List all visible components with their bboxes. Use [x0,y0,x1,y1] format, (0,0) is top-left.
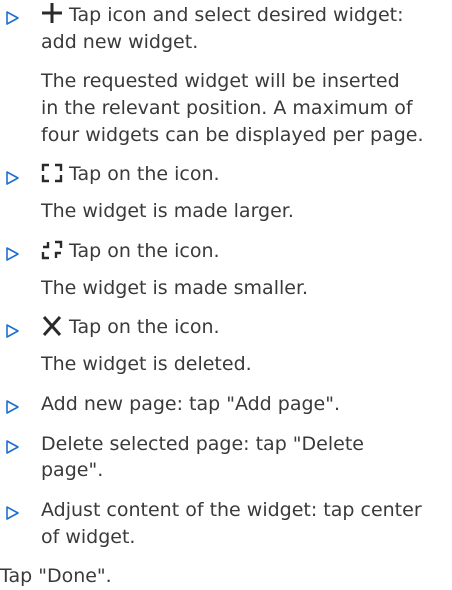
list-item-line: add new widget. [41,29,198,55]
shrink-icon [41,240,63,260]
enlarge-icon [41,163,63,183]
bullet-triangle-icon [4,505,20,521]
result-text: The widget is made larger. [41,200,294,222]
result-text: The widget is deleted. [41,353,252,375]
list-item-line: Tap on the icon. [41,238,220,264]
list-item-text: Tap on the icon. [69,316,220,338]
list-item-text: Tap icon and select desired widget: [69,4,404,26]
list-item-line: Tap on the icon. [41,161,220,187]
close-icon [41,316,63,336]
list-item-text: Tap on the icon. [69,240,220,262]
list-item-line: Tap on the icon. [41,314,220,340]
bullet-triangle-icon [4,10,20,26]
list-item-text: add new widget. [41,31,199,53]
list-item-text: of widget. [41,526,136,548]
result-text: The requested widget will be inserted [41,70,400,92]
plus-icon [41,2,63,24]
list-item-text: Adjust content of the widget: tap center [41,499,422,521]
list-item-text: page". [41,459,104,481]
list-item-text: Delete selected page: tap "Delete [41,433,364,455]
list-item-line: Tap icon and select desired widget: [41,2,404,28]
bullet-triangle-icon [4,439,20,455]
bullet-triangle-icon [4,323,20,339]
final-step-text: Tap "Done". [0,565,112,587]
list-item-text: Tap on the icon. [69,163,220,185]
instructions-page: Tap icon and select desired widget: add … [0,0,452,590]
result-text: four widgets can be displayed per page. [41,124,424,146]
bullet-triangle-icon [4,399,20,415]
result-text: The widget is made smaller. [41,277,309,299]
bullet-triangle-icon [4,246,20,262]
bullet-triangle-icon [4,170,20,186]
result-text: in the relevant position. A maximum of [41,97,413,119]
list-item-text: Add new page: tap "Add page". [41,393,341,415]
